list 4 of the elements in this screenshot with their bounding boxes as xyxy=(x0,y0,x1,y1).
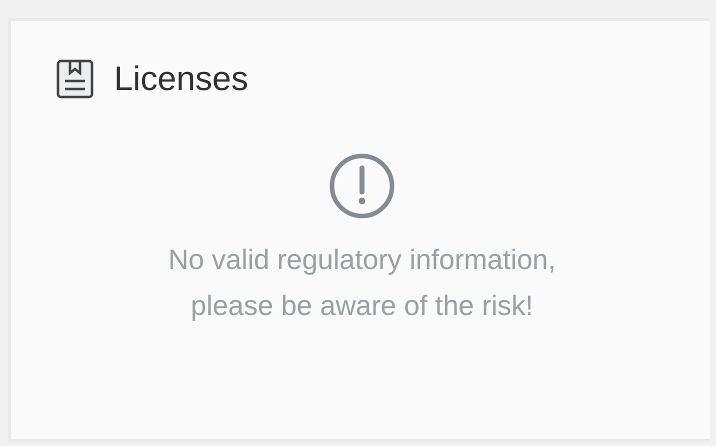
license-icon xyxy=(56,59,94,99)
panel-title: Licenses xyxy=(114,60,248,98)
warning-icon xyxy=(329,153,395,219)
notice-message: No valid regulatory information, please be aware of the risk! xyxy=(168,243,556,323)
